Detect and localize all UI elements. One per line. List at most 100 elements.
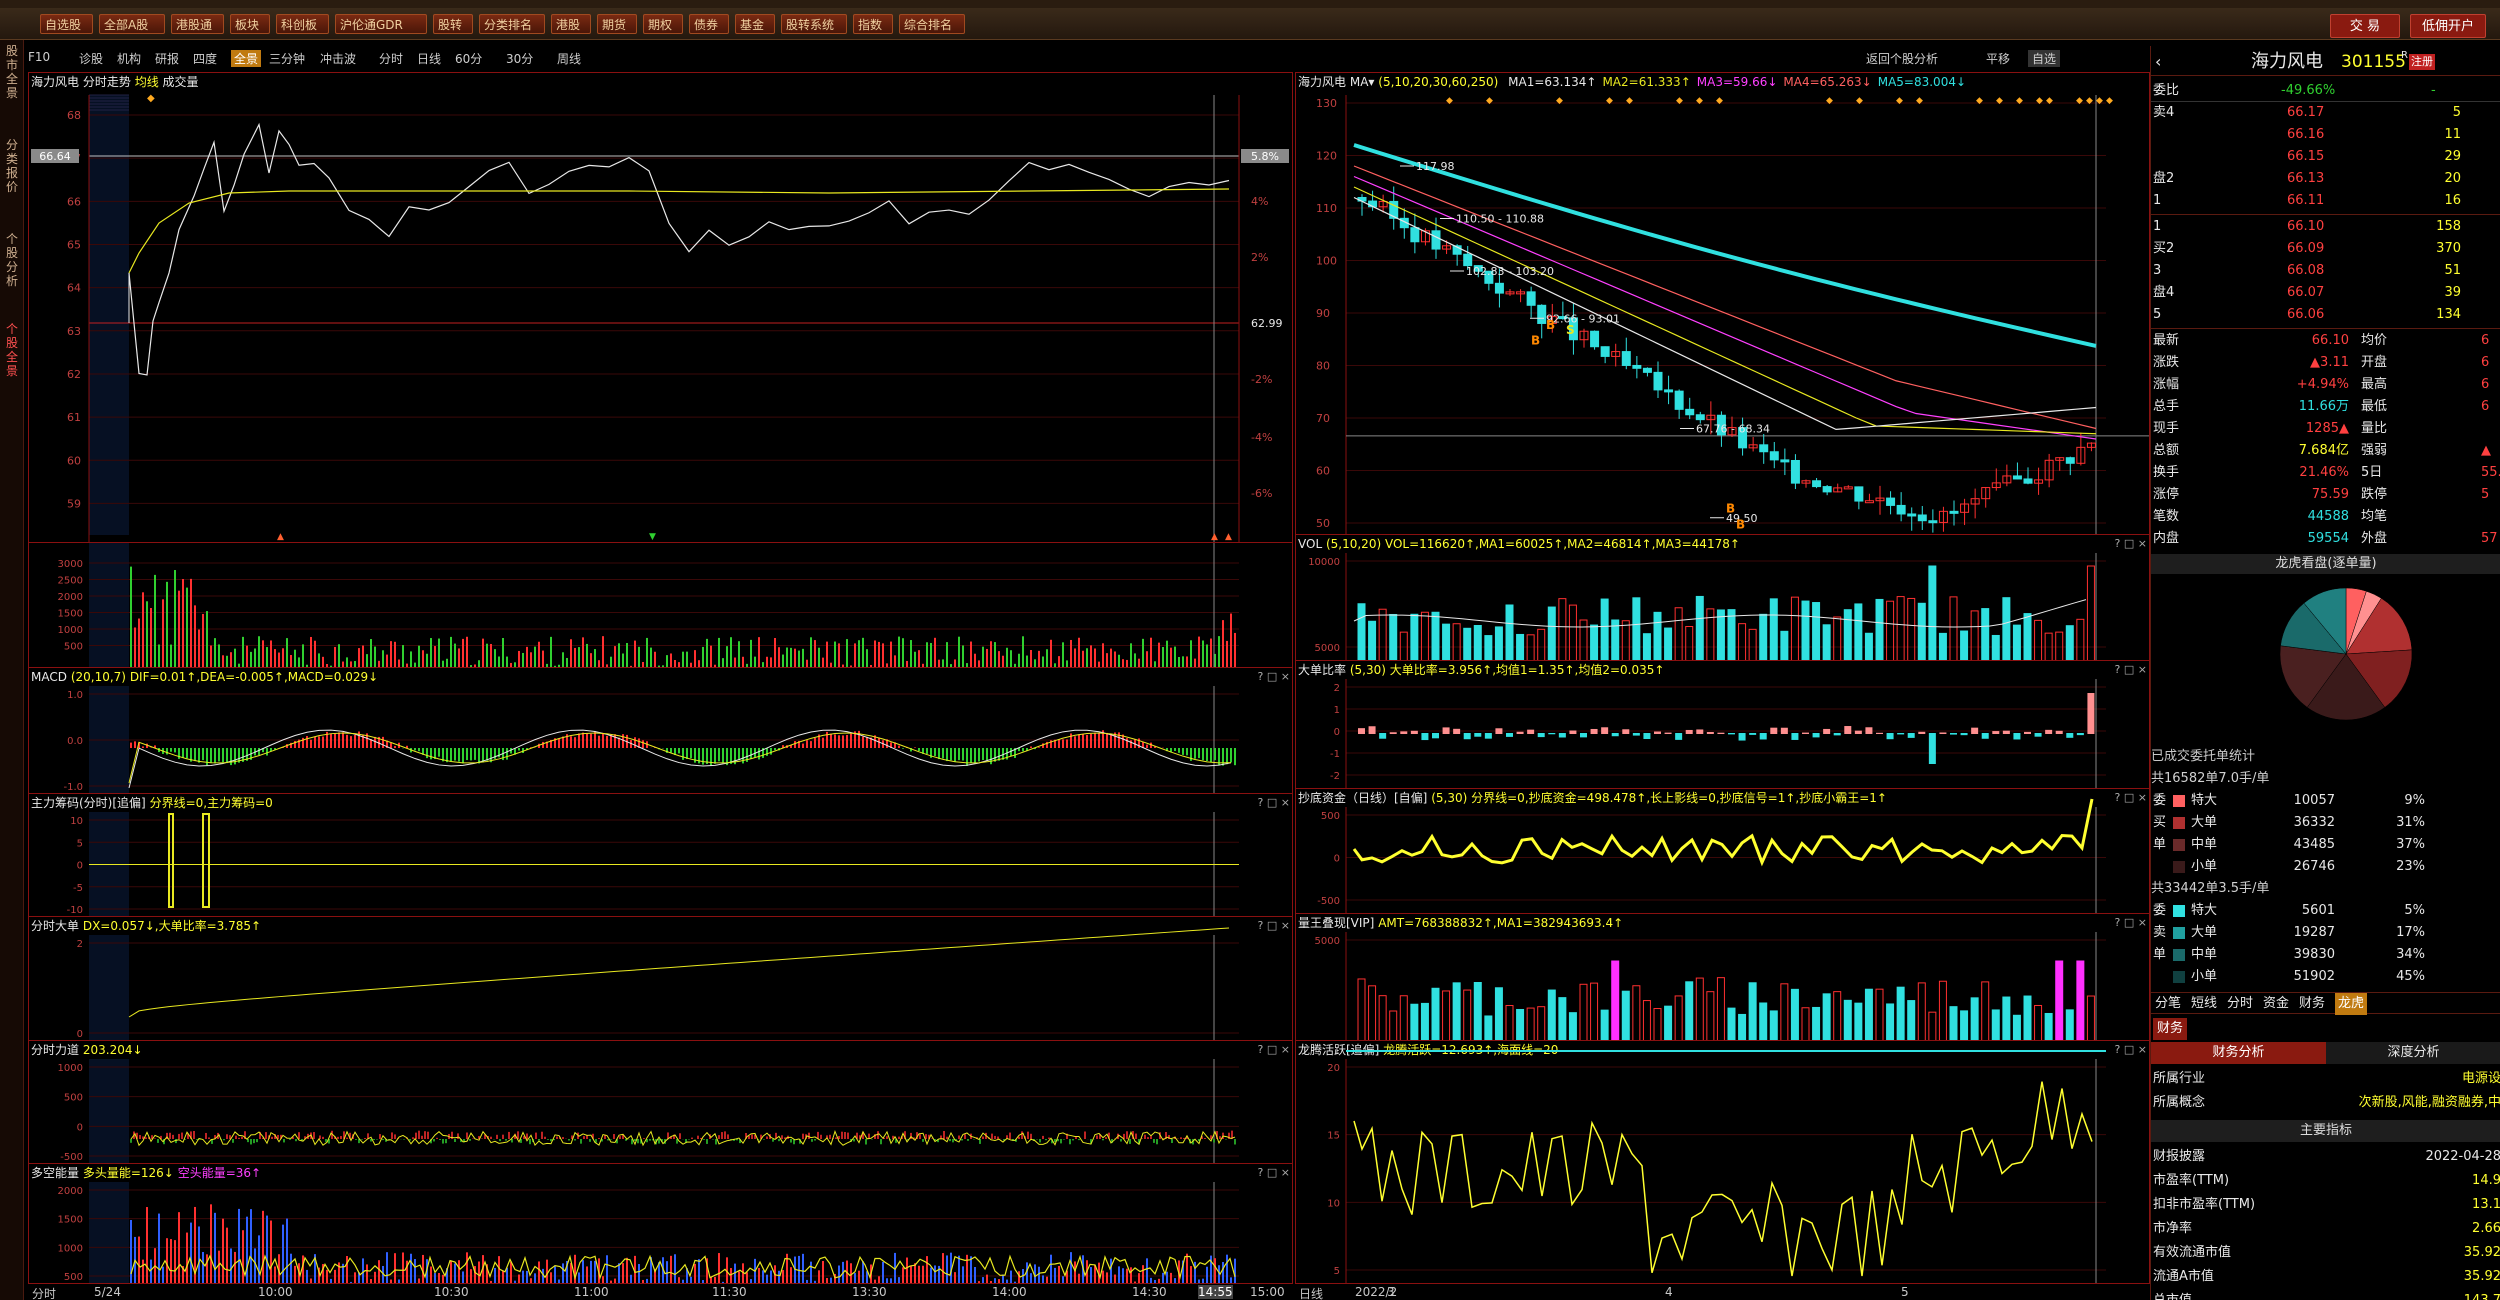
nav-category-quote[interactable]: 分类报价 bbox=[2, 138, 22, 194]
menu-item-8[interactable]: 港股 bbox=[551, 14, 591, 34]
toolbar-item-4[interactable]: 四度 bbox=[193, 50, 217, 67]
time-axis: 分时 5/24 10:00 10:30 11:00 11:30 13:30 14:00 14:3… bbox=[28, 1283, 1293, 1300]
volume-bar bbox=[1738, 1013, 1747, 1040]
toolbar-item-12[interactable]: 周线 bbox=[557, 50, 581, 67]
toolbar-item-7[interactable]: 冲击波 bbox=[320, 50, 356, 67]
menu-item-3[interactable]: 板块 bbox=[230, 14, 270, 34]
volume-bar bbox=[1632, 597, 1641, 660]
quote-tab-3[interactable]: 资金 bbox=[2263, 993, 2289, 1015]
menu-item-15[interactable]: 综合排名 bbox=[899, 14, 965, 34]
time-label[interactable]: 分时 bbox=[32, 1285, 56, 1300]
ask-row-0: 卖4 66.17 5 bbox=[2151, 102, 2500, 124]
candle-body bbox=[1812, 480, 1822, 488]
nav-market-overview[interactable]: 股市全景 bbox=[2, 44, 22, 100]
right-indicator-pane-3[interactable]: 量王叠现[VIP] AMT=768388832↑,MA1=382943693.4… bbox=[1295, 913, 2150, 1040]
fin-subtabs: 财务分析 深度分析 bbox=[2151, 1042, 2500, 1064]
fin-value: 电源设 bbox=[2461, 1071, 2500, 1086]
toolbar-item-1[interactable]: 诊股 bbox=[79, 50, 103, 67]
menu-item-2[interactable]: 港股通 bbox=[171, 14, 224, 34]
candle-body bbox=[1494, 282, 1504, 294]
menu-item-4[interactable]: 科创板 bbox=[276, 14, 329, 34]
menu-item-9[interactable]: 期货 bbox=[597, 14, 637, 34]
menu-item-0[interactable]: 自选股 bbox=[40, 14, 93, 34]
toolbar-item-10[interactable]: 60分 bbox=[455, 50, 482, 67]
back-to-analysis-link[interactable]: 返回个股分析 bbox=[1866, 50, 1938, 67]
volume-bar bbox=[1748, 628, 1757, 660]
right-indicator-pane-4[interactable]: 龙腾活跃[追偏] 龙腾活跃=12.693↑,海面线=20? □ ×2015105 bbox=[1295, 1040, 2150, 1283]
quote-tab-1[interactable]: 短线 bbox=[2191, 993, 2217, 1015]
weibi-row: 委比 -49.66% - bbox=[2151, 80, 2500, 102]
intraday-price-pane[interactable]: 海力风电 分时走势 均线 成交量 6867666564636261605966.… bbox=[28, 72, 1293, 542]
candle-body bbox=[1769, 451, 1779, 461]
nav-stock-analysis[interactable]: 个股分析 bbox=[2, 232, 22, 288]
menu-item-13[interactable]: 股转系统 bbox=[781, 14, 847, 34]
volume-bar bbox=[1970, 610, 1979, 660]
event-marker: ◆ bbox=[2046, 96, 2053, 106]
indicator-tick: 500 bbox=[64, 1093, 83, 1104]
toolbar-item-5[interactable]: 全景 bbox=[231, 50, 262, 67]
left-indicator-pane-4[interactable]: 多空能量 多头量能=126↓ 空头能量=36↑? □ × 2000 1500 1000… bbox=[28, 1163, 1293, 1283]
fin-subtab-0[interactable]: 财务分析 bbox=[2151, 1042, 2326, 1064]
order-stats-title: 已成交委托单统计 bbox=[2151, 749, 2256, 764]
left-indicator-pane-0[interactable]: MACD (20,10,7) DIF=0.01↑,DEA=-0.005↑,MAC… bbox=[28, 667, 1293, 793]
indicator-tick: 5000 bbox=[1315, 936, 1340, 947]
quote-tab-0[interactable]: 分笔 bbox=[2155, 993, 2181, 1015]
menu-item-5[interactable]: 沪伦通GDR bbox=[335, 14, 427, 34]
ask-price: 66.13 bbox=[2287, 171, 2325, 186]
quote-tab-2[interactable]: 分时 bbox=[2227, 993, 2253, 1015]
sell-vol: 39830 bbox=[2293, 947, 2335, 962]
quote-tab-4[interactable]: 财务 bbox=[2299, 993, 2325, 1015]
kline-pane[interactable]: 海力风电 MA▾ (5,10,20,30,60,250) MA1=63.134↑… bbox=[1295, 72, 2150, 534]
intraday-volume-pane[interactable]: 3000 2500 2000 1500 1000 500 bbox=[28, 542, 1293, 667]
right-indicator-pane-1[interactable]: 大单比率 (5,30) 大单比率=3.956↑,均值1=1.35↑,均值2=0.… bbox=[1295, 660, 2150, 788]
sell-row-1: 卖 大单 19287 17% bbox=[2151, 922, 2500, 944]
toolbar-item-9[interactable]: 日线 bbox=[417, 50, 441, 67]
bigratio-bar bbox=[1886, 733, 1894, 740]
ask-label: 盘2 bbox=[2153, 171, 2175, 186]
volume-bar bbox=[1579, 983, 1588, 1040]
toolbar-item-6[interactable]: 三分钟 bbox=[269, 50, 305, 67]
menu-item-14[interactable]: 指数 bbox=[853, 14, 893, 34]
event-marker: ◆ bbox=[2086, 96, 2093, 106]
date-label[interactable]: 日线 bbox=[1299, 1285, 1323, 1300]
toolbar-item-11[interactable]: 30分 bbox=[506, 50, 533, 67]
right-indicator-pane-0[interactable]: VOL (5,10,20) VOL=116620↑,MA1=60025↑,MA2… bbox=[1295, 534, 2150, 660]
intraday-volume-chart: 3000 2500 2000 1500 1000 500 bbox=[58, 543, 1239, 667]
nav-stock-panorama[interactable]: 个股全景 bbox=[2, 322, 22, 378]
menu-item-10[interactable]: 期权 bbox=[643, 14, 683, 34]
volume-bar bbox=[1812, 602, 1821, 660]
quote-tab-5[interactable]: 龙虎 bbox=[2335, 993, 2368, 1015]
toolbar-item-8[interactable]: 分时 bbox=[379, 50, 403, 67]
left-indicator-pane-1[interactable]: 主力筹码(分时)[追偏] 分界线=0,主力筹码=0? □ × 10 5 0 -5 -10 bbox=[28, 793, 1293, 916]
volume-bar bbox=[1981, 608, 1990, 660]
candle-body bbox=[1917, 514, 1927, 522]
trade-signal: B bbox=[1736, 517, 1745, 531]
fin-subtab-1[interactable]: 深度分析 bbox=[2326, 1042, 2500, 1064]
fin-tab[interactable]: 财务 bbox=[2153, 1018, 2188, 1040]
kline-price-tick: 70 bbox=[1316, 412, 1330, 425]
volume-bar bbox=[1843, 999, 1852, 1040]
title-bar bbox=[0, 0, 2500, 8]
toolbar-item-3[interactable]: 研报 bbox=[155, 50, 179, 67]
menu-item-1[interactable]: 全部A股 bbox=[99, 14, 165, 34]
left-indicator-pane-3[interactable]: 分时力道 203.204↓? □ × 1000 500 0 -500 bbox=[28, 1040, 1293, 1163]
kline-price-tick: 90 bbox=[1316, 307, 1330, 320]
toolbar-item-2[interactable]: 机构 bbox=[117, 50, 141, 67]
open-account-button[interactable]: 低佣开户 bbox=[2410, 14, 2486, 38]
menu-item-7[interactable]: 分类排名 bbox=[479, 14, 545, 34]
volume-bar bbox=[1716, 977, 1725, 1040]
candle-body bbox=[1653, 371, 1663, 391]
volume-bar bbox=[2055, 960, 2064, 1040]
menu-item-12[interactable]: 基金 bbox=[735, 14, 775, 34]
watchlist-select[interactable]: 自选 bbox=[2028, 50, 2061, 67]
trade-button[interactable]: 交 易 bbox=[2330, 14, 2400, 38]
menu-item-6[interactable]: 股转 bbox=[433, 14, 473, 34]
back-arrow-icon[interactable]: ‹ bbox=[2155, 48, 2161, 76]
indicator-tick: 500 bbox=[1321, 811, 1340, 822]
toolbar-item-0[interactable]: F10 bbox=[28, 50, 50, 64]
left-indicator-pane-2[interactable]: 分时大单 DX=0.057↓,大单比率=3.785↑? □ × 2 0 bbox=[28, 916, 1293, 1040]
right-indicator-pane-2[interactable]: 抄底资金（日线）[自偏] (5,30) 分界线=0,抄底资金=498.478↑,… bbox=[1295, 788, 2150, 913]
buy-swatch bbox=[2173, 839, 2185, 851]
pan-button[interactable]: 平移 bbox=[1986, 50, 2010, 67]
menu-item-11[interactable]: 债券 bbox=[689, 14, 729, 34]
